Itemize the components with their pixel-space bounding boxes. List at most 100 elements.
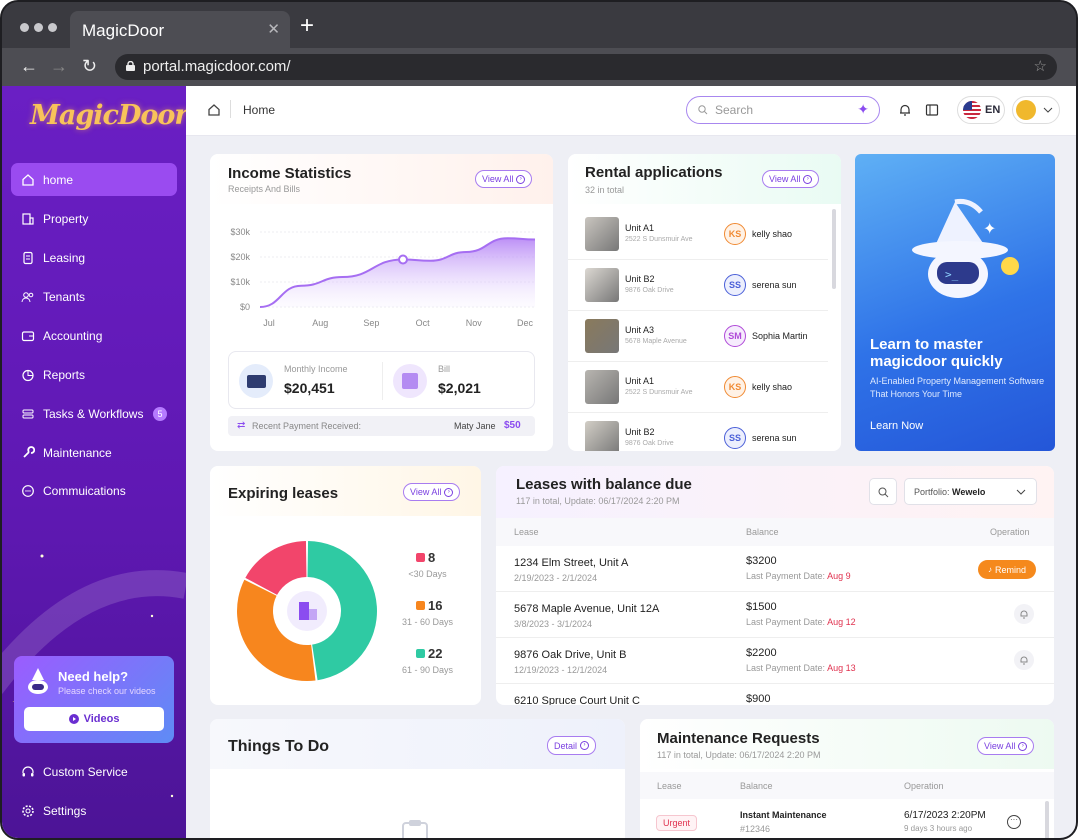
help-title: Need help? bbox=[58, 669, 129, 684]
play-icon bbox=[68, 714, 79, 724]
last-payment-date: Aug 12 bbox=[827, 617, 856, 627]
property-thumbnail bbox=[585, 217, 619, 251]
tasks-count-badge: 5 bbox=[153, 406, 167, 421]
new-tab-icon[interactable]: + bbox=[300, 14, 314, 38]
url-text: portal.magicdoor.com/ bbox=[143, 58, 291, 75]
home-icon[interactable] bbox=[207, 103, 221, 117]
income-area-chart: $0 $10k $20k $30k Jul Aug Sep Oct Nov Dec bbox=[230, 227, 536, 328]
rental-view-all-button[interactable]: View All › bbox=[762, 170, 820, 188]
y-tick-label: $10k bbox=[230, 277, 250, 287]
sidebar-item-leasing[interactable]: Leasing bbox=[11, 241, 177, 274]
income-view-all-button[interactable]: View All › bbox=[475, 170, 533, 188]
arrow-right-icon: › bbox=[444, 487, 454, 497]
highlight-point[interactable] bbox=[398, 254, 408, 265]
gear-icon bbox=[22, 804, 34, 817]
sidebar-item-reports[interactable]: Reports bbox=[11, 358, 177, 391]
unit-name: Unit A1 bbox=[625, 223, 655, 233]
sidebar-item-custom-service[interactable]: Custom Service bbox=[11, 755, 177, 788]
view-all-label: View All bbox=[410, 487, 442, 497]
table-row[interactable]: 1234 Elm Street, Unit A 2/19/2023 - 2/1/2… bbox=[496, 546, 1054, 592]
remind-bell-button[interactable] bbox=[1014, 650, 1034, 670]
table-row[interactable]: Unit A3 5678 Maple Avenue SM Sophia Martin bbox=[568, 311, 828, 362]
applicant-name: Sophia Martin bbox=[752, 331, 808, 341]
expiring-view-all-button[interactable]: View All › bbox=[403, 483, 461, 501]
legend-count: 22 bbox=[428, 646, 443, 661]
rental-applications-card: Rental applications 32 in total View All… bbox=[568, 154, 841, 451]
todo-detail-button[interactable]: Detail › bbox=[547, 736, 597, 755]
chat-icon bbox=[22, 484, 34, 497]
promo-card[interactable]: >_ ✦ Learn to master magicdoor quickly AI… bbox=[855, 154, 1055, 451]
legend-range: 61 - 90 Days bbox=[401, 665, 454, 675]
close-tab-icon[interactable]: ✕ bbox=[267, 20, 280, 38]
videos-label: Videos bbox=[83, 713, 120, 725]
learn-now-link[interactable]: Learn Now bbox=[870, 420, 923, 432]
tab-bar: MagicDoor ✕ + bbox=[2, 2, 1076, 48]
portfolio-select[interactable]: Portfolio: Wewelo bbox=[904, 478, 1037, 505]
breadcrumb[interactable]: Home bbox=[243, 103, 275, 117]
sidebar-item-accounting[interactable]: Accounting bbox=[11, 319, 177, 352]
table-row[interactable]: Unit B2 9876 Oak Drive SS serena sun bbox=[568, 413, 828, 451]
sidebar-item-tasks[interactable]: Tasks & Workflows 5 bbox=[11, 397, 177, 430]
x-tick-label: Aug bbox=[312, 318, 328, 328]
search-icon bbox=[698, 105, 708, 115]
table-row[interactable]: Unit A1 2522 S Dunsmuir Ave KS kelly shao bbox=[568, 209, 828, 260]
maintenance-view-all-button[interactable]: View All › bbox=[977, 737, 1035, 755]
table-row[interactable]: 6210 Spruce Court Unit C $900 bbox=[496, 684, 1054, 705]
more-options-icon[interactable]: ··· bbox=[1007, 815, 1021, 829]
magicdoor-logo[interactable]: MagicDoor bbox=[30, 100, 186, 131]
unit-address: 2522 S Dunsmuir Ave bbox=[625, 236, 693, 243]
legend-swatch bbox=[416, 649, 425, 658]
x-tick-label: Oct bbox=[416, 318, 431, 328]
sidebar-item-property[interactable]: Property bbox=[11, 202, 177, 235]
window-controls[interactable] bbox=[20, 23, 57, 32]
bookmark-star-icon[interactable]: ☆ bbox=[1034, 57, 1047, 75]
search-input[interactable]: Search ✦ bbox=[686, 96, 880, 124]
portfolio-label: Portfolio: bbox=[914, 487, 950, 497]
search-placeholder: Search bbox=[715, 103, 754, 117]
app: ✦ MagicDoor home Property Leasing Tenant… bbox=[2, 86, 1076, 838]
avatar bbox=[1016, 100, 1036, 120]
lease-address: 6210 Spruce Court Unit C bbox=[514, 695, 640, 705]
recent-payment-amount: $50 bbox=[504, 420, 521, 431]
scrollbar[interactable] bbox=[1045, 801, 1049, 838]
sidebar-item-maintenance[interactable]: Maintenance bbox=[11, 436, 177, 469]
sidebar-item-communications[interactable]: Commuications bbox=[11, 474, 177, 507]
table-row[interactable]: Urgent Instant Maintenance #12346 6/17/2… bbox=[640, 799, 1054, 838]
sidebar-item-label: Leasing bbox=[43, 250, 86, 265]
sparkle-icon[interactable]: ✦ bbox=[857, 101, 869, 118]
view-all-label: View All bbox=[984, 741, 1016, 751]
sidebar-item-home[interactable]: home bbox=[11, 163, 177, 196]
unit-name: Unit B2 bbox=[625, 427, 655, 437]
forward-icon[interactable]: → bbox=[50, 56, 68, 76]
url-field[interactable]: portal.magicdoor.com/ ☆ bbox=[115, 54, 1057, 80]
remind-bell-button[interactable] bbox=[1014, 604, 1034, 624]
table-row[interactable]: 9876 Oak Drive, Unit B 12/19/2023 - 12/1/… bbox=[496, 638, 1054, 684]
bell-icon[interactable] bbox=[898, 103, 912, 117]
table-row[interactable]: Unit A1 2522 S Dunsmuir Ave KS kelly shao bbox=[568, 362, 828, 413]
sidebar-item-tenants[interactable]: Tenants bbox=[11, 280, 177, 313]
sidebar-item-label: Reports bbox=[43, 367, 86, 382]
headset-icon bbox=[22, 765, 34, 776]
scrollbar[interactable] bbox=[832, 209, 836, 289]
clipboard-icon bbox=[402, 820, 428, 838]
chart-pie-icon bbox=[22, 369, 34, 381]
table-row[interactable]: 5678 Maple Avenue, Unit 12A 3/8/2023 - 3/… bbox=[496, 592, 1054, 638]
remind-button[interactable]: ♪ Remind bbox=[978, 560, 1036, 579]
back-icon[interactable]: ← bbox=[20, 56, 38, 76]
robot-wizard-illustration: >_ ✦ bbox=[912, 199, 1019, 298]
browser-tab[interactable]: MagicDoor ✕ bbox=[70, 11, 290, 48]
user-menu[interactable] bbox=[1012, 96, 1060, 124]
last-payment: Last Payment Date: Aug 13 bbox=[746, 663, 856, 673]
last-payment: Last Payment Date: Aug 12 bbox=[746, 617, 856, 627]
leases-search-button[interactable] bbox=[869, 478, 897, 505]
panel-toggle-icon[interactable] bbox=[925, 103, 939, 117]
language-selector[interactable]: EN bbox=[957, 96, 1005, 124]
legend-swatch bbox=[416, 601, 425, 610]
sidebar-item-settings[interactable]: Settings bbox=[11, 794, 177, 827]
reload-icon[interactable]: ↻ bbox=[82, 56, 97, 76]
maintenance-title: Maintenance Requests bbox=[657, 730, 820, 747]
table-row[interactable]: Unit B2 9876 Oak Drive SS serena sun bbox=[568, 260, 828, 311]
maintenance-subtitle: 117 in total, Update: 06/17/2024 2:20 PM bbox=[657, 750, 821, 760]
videos-button[interactable]: Videos bbox=[24, 707, 164, 731]
unit-name: Unit A3 bbox=[625, 325, 655, 335]
